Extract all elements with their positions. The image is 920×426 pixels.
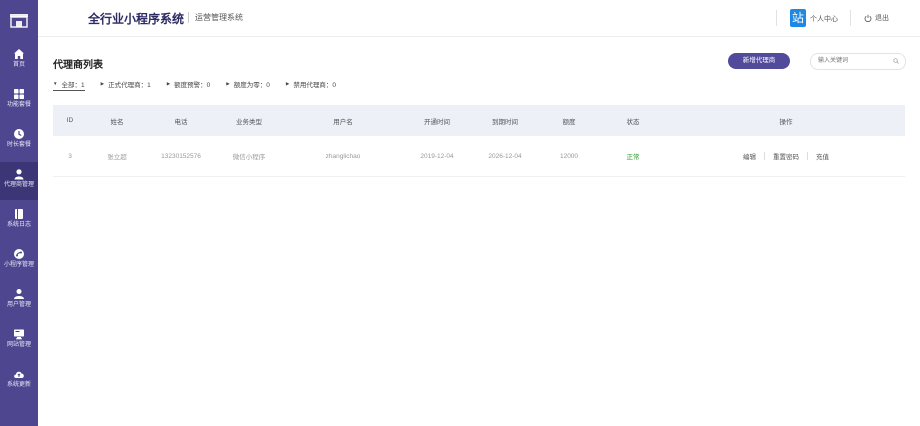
table-row: 3 张立超 13230152576 微信小程序 zhanglichao 2019… <box>53 136 905 177</box>
cell-business-type: 微信小程序 <box>232 154 266 161</box>
page-title: 代理商列表 <box>53 60 103 71</box>
column-header-open-time: 开通时间 <box>424 118 450 126</box>
log-book-icon <box>15 209 23 219</box>
power-icon <box>864 14 872 22</box>
column-header-id: ID <box>66 117 74 124</box>
header-divider <box>850 10 851 26</box>
add-agent-button[interactable]: 新增代理商 <box>728 53 790 69</box>
filter-disabled-agents[interactable]: ▶ 禁用代理商：0 <box>286 79 336 91</box>
sidebar-item-label: 系统日志 <box>6 222 31 228</box>
sidebar-item-system-update[interactable]: 系统更新 <box>0 362 38 400</box>
agent-icon <box>14 169 24 180</box>
cell-name: 张立超 <box>107 154 127 161</box>
filter-label: 全部：1 <box>61 81 85 89</box>
column-header-business-type: 业务类型 <box>236 118 262 126</box>
agent-table: ID 姓名 电话 业务类型 用户名 开通时间 到期时间 额度 状态 操作 3 张… <box>53 105 905 177</box>
filter-quota-zero[interactable]: ▶ 额度为零：0 <box>226 79 270 91</box>
action-divider <box>807 152 808 160</box>
column-header-status: 状态 <box>626 118 640 126</box>
filter-label: 正式代理商：1 <box>108 82 151 89</box>
column-header-phone: 电话 <box>174 118 188 126</box>
cell-expire-time: 2026-12-04 <box>488 152 522 160</box>
cell-open-time: 2019-12-04 <box>420 152 454 160</box>
home-icon <box>14 49 24 59</box>
sidebar: 首页 功能套餐 时长套餐 代理商管理 系统日志 小程序管理 用户管理 网站管理 … <box>0 0 38 426</box>
table-header: ID 姓名 电话 业务类型 用户名 开通时间 到期时间 额度 状态 操作 <box>53 105 905 136</box>
sidebar-item-mini-program[interactable]: 小程序管理 <box>0 242 38 280</box>
sidebar-item-home[interactable]: 首页 <box>0 42 38 80</box>
action-divider <box>764 152 765 160</box>
header-divider <box>776 10 777 26</box>
logout-label: 退出 <box>875 15 889 22</box>
sidebar-item-time-packages[interactable]: 时长套餐 <box>0 122 38 160</box>
filter-official-agents[interactable]: ▶ 正式代理商：1 <box>101 79 151 91</box>
cell-username: zhanglichao <box>325 152 361 160</box>
caret-right-icon: ▶ <box>166 81 171 86</box>
caret-down-icon: ▼ <box>53 81 58 86</box>
filter-tabs: ▼ 全部：1 ▶ 正式代理商：1 ▶ 额度预警：0 ▶ 额度为零：0 ▶ 禁用代理商：0 <box>53 79 352 91</box>
cell-phone: 13230152576 <box>161 152 201 160</box>
brand-subtitle: 运营管理系统 <box>188 12 243 23</box>
sidebar-item-user-management[interactable]: 用户管理 <box>0 282 38 320</box>
sidebar-item-label: 时长套餐 <box>6 142 31 148</box>
sidebar-item-label: 小程序管理 <box>3 262 34 268</box>
cloud-update-icon <box>14 371 24 378</box>
status-badge: 正常 <box>626 154 640 161</box>
sidebar-item-agent-management[interactable]: 代理商管理 <box>0 162 38 200</box>
caret-right-icon: ▶ <box>226 81 230 86</box>
website-icon <box>14 329 24 340</box>
column-header-name: 姓名 <box>110 118 124 126</box>
brand-title: 全行业小程序系统 <box>88 12 185 26</box>
filter-label: 额度为零：0 <box>233 82 270 89</box>
search-input[interactable] <box>818 56 890 66</box>
filter-all[interactable]: ▼ 全部：1 <box>53 79 85 91</box>
sidebar-item-label: 首页 <box>12 62 25 68</box>
reset-password-button[interactable]: 重置密码 <box>773 151 799 161</box>
column-header-actions: 操作 <box>779 118 793 126</box>
caret-right-icon: ▶ <box>100 81 105 86</box>
caret-right-icon: ▶ <box>285 81 290 86</box>
sidebar-item-website-management[interactable]: 网站管理 <box>0 322 38 360</box>
column-header-expire-time: 到期时间 <box>492 118 518 126</box>
logout-button[interactable]: 退出 <box>864 13 889 23</box>
cell-id: 3 <box>68 152 72 160</box>
sidebar-item-feature-packages[interactable]: 功能套餐 <box>0 82 38 120</box>
store-logo-icon <box>10 14 28 28</box>
column-header-quota: 额度 <box>562 118 576 126</box>
row-actions: 编辑 重置密码 充值 <box>743 136 829 176</box>
grid-icon <box>14 89 24 99</box>
filter-quota-warning[interactable]: ▶ 额度预警：0 <box>167 79 211 91</box>
sidebar-item-system-log[interactable]: 系统日志 <box>0 202 38 240</box>
edit-button[interactable]: 编辑 <box>743 151 756 161</box>
mini-program-icon <box>14 249 24 259</box>
sidebar-item-label: 系统更新 <box>6 382 31 388</box>
sidebar-item-label: 功能套餐 <box>6 102 31 108</box>
column-header-username: 用户名 <box>333 118 353 126</box>
filter-label: 额度预警：0 <box>174 82 211 89</box>
clock-icon <box>14 129 24 139</box>
site-logo-icon[interactable]: 站 <box>790 9 806 27</box>
users-icon <box>14 289 24 299</box>
cell-quota: 12000 <box>559 152 579 160</box>
filter-label: 禁用代理商：0 <box>293 82 336 89</box>
sidebar-item-label: 代理商管理 <box>3 182 34 188</box>
search-box <box>810 53 906 70</box>
user-center-link[interactable]: 个人中心 <box>810 14 838 24</box>
sidebar-item-label: 网站管理 <box>6 342 31 348</box>
sidebar-item-label: 用户管理 <box>6 302 31 308</box>
top-bar: 全行业小程序系统 运营管理系统 站 个人中心 退出 <box>38 0 920 37</box>
recharge-button[interactable]: 充值 <box>816 151 829 161</box>
search-icon[interactable] <box>893 58 899 64</box>
